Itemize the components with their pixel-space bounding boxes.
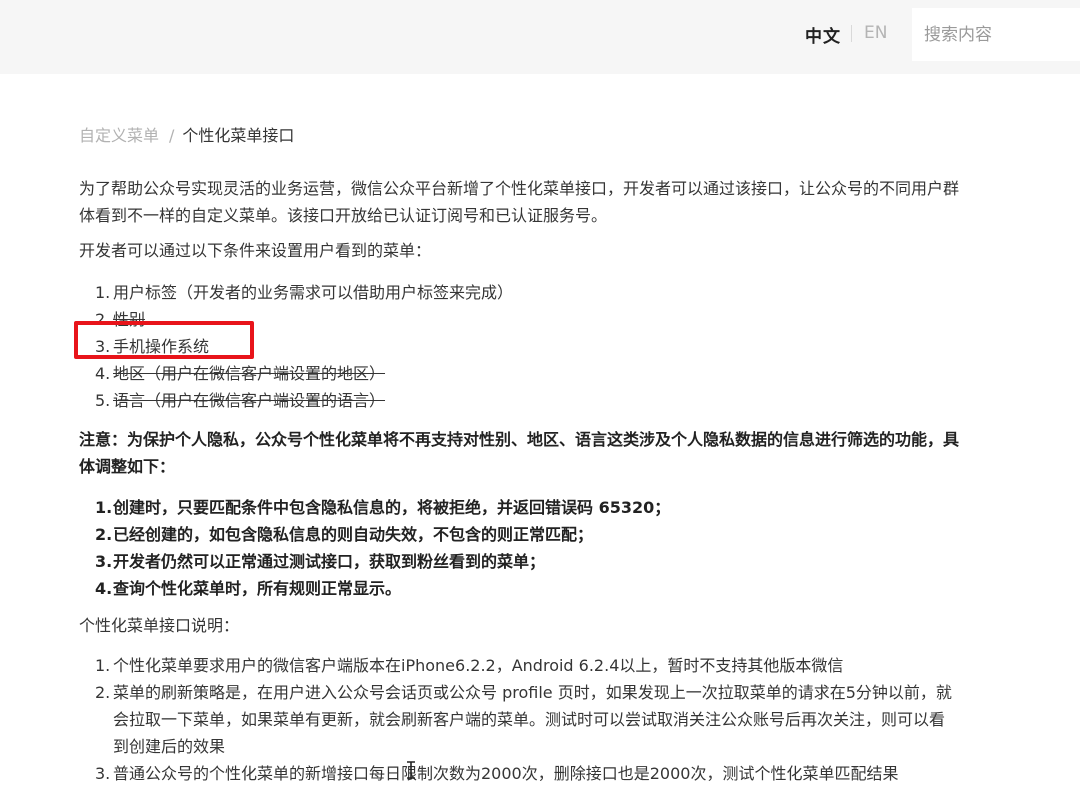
list-number: 5. [95, 391, 111, 410]
list-number: 2. [95, 683, 111, 702]
notice-item-text: 查询个性化菜单时，所有规则正常显示。 [113, 579, 402, 598]
condition-text: 用户标签（开发者的业务需求可以借助用户标签来完成） [113, 283, 514, 302]
highlight-annotation-box [74, 321, 254, 359]
notice-item-text: 已经创建的，如包含隐私信息的则自动失效，不包含的则正常匹配； [113, 525, 594, 544]
list-item: 4. 查询个性化菜单时，所有规则正常显示。 [79, 575, 959, 602]
list-number: 1. [95, 656, 111, 675]
list-number: 3. [95, 764, 111, 783]
desc-item-text: 普通公众号的个性化菜单的新增接口每日限制次数为2000次，删除接口也是2000次… [113, 764, 899, 783]
top-bar: 中文 EN [0, 0, 1080, 74]
notice-item-text: 开发者仍然可以正常通过测试接口，获取到粉丝看到的菜单； [113, 552, 546, 571]
doc-content: 自定义菜单 / 个性化菜单接口 为了帮助公众号实现灵活的业务运营，微信公众平台新增了… [79, 124, 959, 787]
privacy-notice: 注意：为保护个人隐私，公众号个性化菜单将不再支持对性别、地区、语言这类涉及个人隐… [79, 430, 960, 476]
list-item: 1. 用户标签（开发者的业务需求可以借助用户标签来完成） [79, 279, 959, 306]
search-input[interactable] [912, 8, 1080, 61]
list-item: 5. 语言（用户在微信客户端设置的语言） [79, 387, 959, 414]
list-number: 3. [95, 552, 113, 571]
list-item: 3. 普通公众号的个性化菜单的新增接口每日限制次数为2000次，删除接口也是200… [79, 760, 959, 787]
list-item: 3. 开发者仍然可以正常通过测试接口，获取到粉丝看到的菜单； [79, 548, 959, 575]
lang-zh-link[interactable]: 中文 [805, 22, 841, 47]
list-number: 1. [95, 283, 111, 302]
list-number: 4. [95, 364, 111, 383]
list-item: 1. 个性化菜单要求用户的微信客户端版本在iPhone6.2.2，Android … [79, 652, 959, 679]
breadcrumb-current: 个性化菜单接口 [182, 126, 295, 145]
list-item: 2. 已经创建的，如包含隐私信息的则自动失效，不包含的则正常匹配； [79, 521, 959, 548]
breadcrumb-parent-link[interactable]: 自定义菜单 [79, 126, 159, 145]
desc-title: 个性化菜单接口说明： [79, 616, 240, 635]
list-item: 2. 菜单的刷新策略是，在用户进入公众号会话页或公众号 profile 页时，如果… [79, 679, 959, 760]
lang-en-link[interactable]: EN [864, 23, 887, 43]
notice-item-text: 创建时，只要匹配条件中包含隐私信息的，将被拒绝，并返回错误码 65320； [113, 498, 671, 517]
list-item: 4. 地区（用户在微信客户端设置的地区） [79, 360, 959, 387]
list-item: 1. 创建时，只要匹配条件中包含隐私信息的，将被拒绝，并返回错误码 65320； [79, 494, 959, 521]
conditions-title: 开发者可以通过以下条件来设置用户看到的菜单： [79, 241, 432, 260]
lang-divider [851, 25, 852, 42]
list-number: 1. [95, 498, 113, 517]
condition-text: 语言（用户在微信客户端设置的语言） [113, 391, 386, 410]
notice-list: 1. 创建时，只要匹配条件中包含隐私信息的，将被拒绝，并返回错误码 65320； … [79, 494, 959, 602]
intro-paragraph: 为了帮助公众号实现灵活的业务运营，微信公众平台新增了个性化菜单接口，开发者可以通… [79, 179, 960, 225]
list-number: 2. [95, 525, 113, 544]
desc-list: 1. 个性化菜单要求用户的微信客户端版本在iPhone6.2.2，Android … [79, 652, 959, 787]
desc-item-text: 菜单的刷新策略是，在用户进入公众号会话页或公众号 profile 页时，如果发现… [113, 683, 952, 756]
condition-text: 地区（用户在微信客户端设置的地区） [113, 364, 386, 383]
list-number: 4. [95, 579, 113, 598]
text-cursor-icon [407, 761, 415, 779]
desc-item-text: 个性化菜单要求用户的微信客户端版本在iPhone6.2.2，Android 6.… [113, 656, 844, 675]
breadcrumb: 自定义菜单 / 个性化菜单接口 [79, 124, 959, 148]
breadcrumb-separator: / [169, 126, 175, 145]
